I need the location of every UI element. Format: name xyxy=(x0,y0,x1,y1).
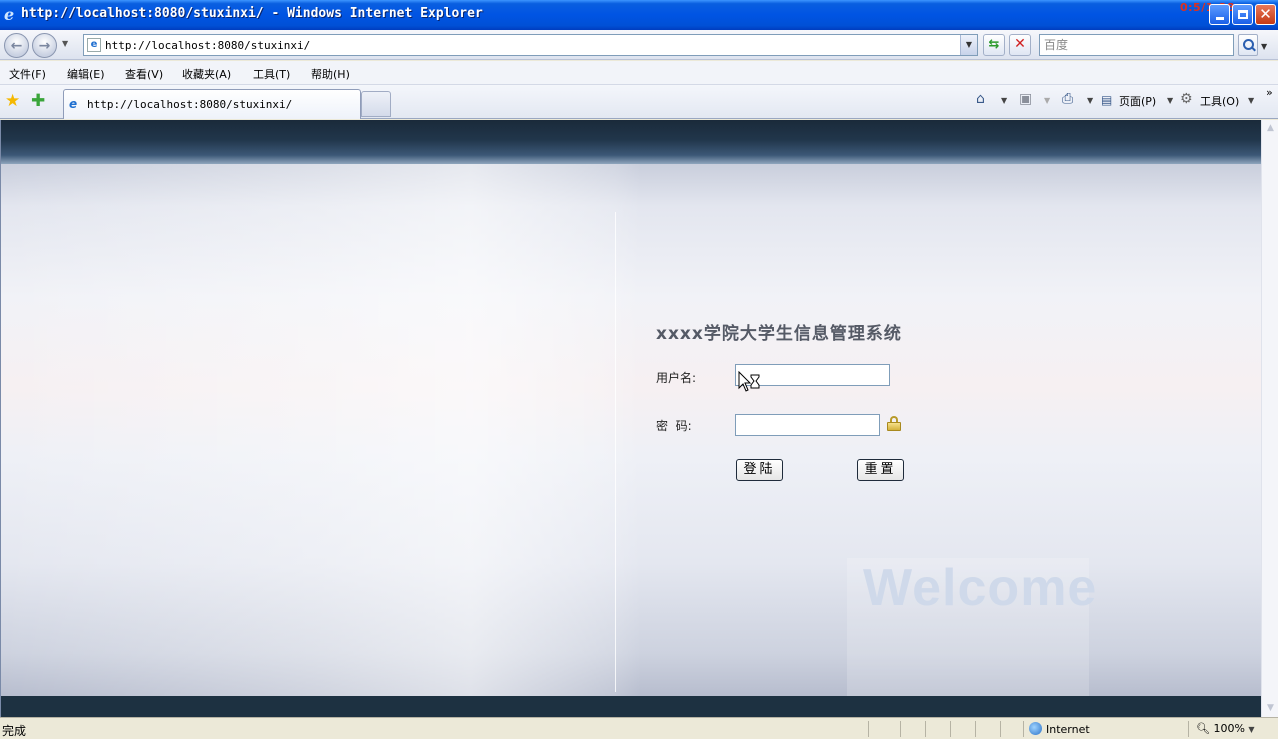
back-button[interactable]: ← xyxy=(4,33,29,58)
gear-icon: ⚙ xyxy=(1180,91,1193,107)
tools-dropdown-icon[interactable]: ▼ xyxy=(1248,96,1254,105)
footer-banner xyxy=(1,696,1261,717)
zoom-icon: 🔍︎ xyxy=(1196,722,1210,735)
system-title: xxxx学院大学生信息管理系统 xyxy=(656,324,902,344)
status-separator xyxy=(1023,721,1024,737)
security-zone[interactable]: Internet xyxy=(1029,722,1090,736)
zone-label: Internet xyxy=(1046,723,1090,736)
vertical-scrollbar[interactable]: ▲ ▼ xyxy=(1261,120,1278,717)
tab-bar: ★ ✚ e http://localhost:8080/stuxinxi/ ⌂ … xyxy=(0,85,1278,119)
forward-button[interactable]: → xyxy=(32,33,57,58)
address-bar[interactable]: e http://localhost:8080/stuxinxi/ ▼ xyxy=(83,34,978,56)
history-dropdown-icon[interactable]: ▼ xyxy=(62,39,68,48)
close-icon: ✕ xyxy=(1259,5,1272,23)
menu-help[interactable]: 帮助(H) xyxy=(311,66,350,82)
feeds-dropdown-icon[interactable]: ▼ xyxy=(1044,96,1050,105)
favorites-star-icon[interactable]: ★ xyxy=(5,91,20,111)
panel-divider xyxy=(615,212,616,692)
menu-bar: 文件(F) 编辑(E) 查看(V) 收藏夹(A) 工具(T) 帮助(H) xyxy=(0,61,1278,85)
new-tab-button[interactable] xyxy=(361,91,391,117)
zoom-control[interactable]: 🔍︎ 100% ▼ xyxy=(1196,722,1255,735)
status-separator xyxy=(1188,721,1189,737)
welcome-watermark: Welcome xyxy=(863,559,1098,617)
print-icon[interactable]: ⎙ xyxy=(1062,91,1073,107)
search-box[interactable] xyxy=(1039,34,1234,56)
chevron-more-icon[interactable]: » xyxy=(1266,86,1273,99)
search-input[interactable] xyxy=(1040,35,1233,55)
status-separator xyxy=(950,721,951,737)
menu-tools[interactable]: 工具(T) xyxy=(253,66,290,82)
tab-active[interactable]: e http://localhost:8080/stuxinxi/ xyxy=(63,89,361,119)
status-separator xyxy=(975,721,976,737)
page-content: Welcome xxxx学院大学生信息管理系统 用户名: 密 码: 登陆 重置 xyxy=(0,120,1261,717)
login-button[interactable]: 登陆 xyxy=(736,459,783,481)
status-separator xyxy=(925,721,926,737)
minimize-icon xyxy=(1215,17,1224,20)
status-separator xyxy=(868,721,869,737)
lock-icon xyxy=(887,416,901,431)
tools-menu[interactable]: 工具(O) xyxy=(1200,93,1239,109)
page-dropdown-icon[interactable]: ▼ xyxy=(1167,96,1173,105)
menu-edit[interactable]: 编辑(E) xyxy=(67,66,105,82)
navigation-bar: ← → ▼ e http://localhost:8080/stuxinxi/ … xyxy=(0,30,1278,60)
scroll-up-icon[interactable]: ▲ xyxy=(1262,120,1278,137)
zoom-dropdown-icon[interactable]: ▼ xyxy=(1248,725,1254,734)
restore-button[interactable] xyxy=(1232,4,1253,25)
busy-cursor-icon xyxy=(738,371,760,392)
scroll-down-icon[interactable]: ▼ xyxy=(1262,700,1278,717)
window-title: http://localhost:8080/stuxinxi/ - Window… xyxy=(21,6,483,21)
status-text: 完成 xyxy=(2,724,27,738)
page-icon: e xyxy=(87,38,101,52)
header-banner xyxy=(1,120,1261,164)
refresh-button[interactable]: ⇆ xyxy=(983,34,1005,56)
zoom-level: 100% xyxy=(1213,722,1245,735)
window-title-bar[interactable]: e http://localhost:8080/stuxinxi/ - Wind… xyxy=(0,0,1278,30)
address-dropdown-icon[interactable]: ▼ xyxy=(960,35,977,55)
reset-button[interactable]: 重置 xyxy=(857,459,904,481)
password-input[interactable] xyxy=(736,415,879,435)
back-arrow-icon: ← xyxy=(10,37,23,54)
menu-file[interactable]: 文件(F) xyxy=(9,66,46,82)
menu-favorites[interactable]: 收藏夹(A) xyxy=(182,66,231,82)
feeds-icon[interactable]: ▣ xyxy=(1019,91,1032,107)
page-menu[interactable]: 页面(P) xyxy=(1119,93,1156,109)
menu-view[interactable]: 查看(V) xyxy=(125,66,163,82)
tab-label: http://localhost:8080/stuxinxi/ xyxy=(87,98,293,111)
page-menu-icon: ▤ xyxy=(1101,93,1113,107)
status-separator xyxy=(900,721,901,737)
home-dropdown-icon[interactable]: ▼ xyxy=(1001,96,1007,105)
close-button[interactable]: ✕ xyxy=(1255,4,1276,25)
minimize-button[interactable] xyxy=(1209,4,1230,25)
ie-page-icon: e xyxy=(69,97,78,111)
add-favorites-icon[interactable]: ✚ xyxy=(31,91,45,111)
search-icon[interactable] xyxy=(1238,34,1258,56)
stop-icon: ✕ xyxy=(1014,36,1026,52)
globe-icon xyxy=(1029,722,1042,735)
svg-text:e: e xyxy=(4,6,14,22)
search-options-icon[interactable]: ▼ xyxy=(1261,42,1267,51)
username-label: 用户名: xyxy=(656,371,697,385)
restore-icon xyxy=(1237,10,1248,19)
address-url[interactable]: http://localhost:8080/stuxinxi/ xyxy=(105,39,310,52)
status-bar: 完成 Internet 🔍︎ 100% ▼ xyxy=(0,717,1278,739)
stop-button[interactable]: ✕ xyxy=(1009,34,1031,56)
print-dropdown-icon[interactable]: ▼ xyxy=(1087,96,1093,105)
forward-arrow-icon: → xyxy=(38,37,51,54)
password-field[interactable] xyxy=(735,414,880,436)
password-label: 密 码: xyxy=(656,419,692,433)
refresh-icon: ⇆ xyxy=(988,37,1000,52)
status-separator xyxy=(1000,721,1001,737)
ie-logo-icon: e xyxy=(4,6,14,22)
home-icon[interactable]: ⌂ xyxy=(976,91,985,107)
